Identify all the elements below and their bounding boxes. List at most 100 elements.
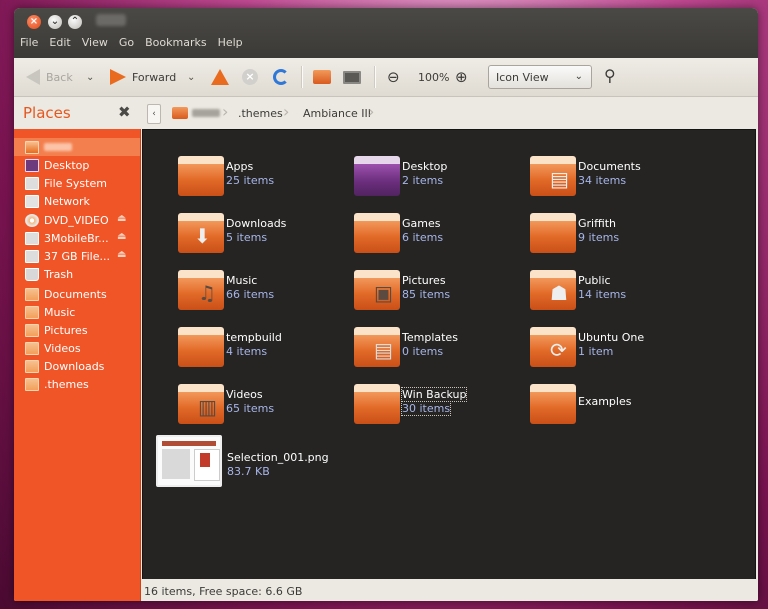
sidebar-item-label: Videos <box>44 341 81 355</box>
zoom-level[interactable]: 100% <box>418 67 449 87</box>
folder-item-selected[interactable]: Win Backup 30 items <box>354 384 524 434</box>
menu-bookmarks[interactable]: Bookmarks <box>139 32 211 54</box>
item-info: 34 items <box>578 174 627 187</box>
menu-edit[interactable]: Edit <box>43 32 75 54</box>
toolbar-separator <box>301 66 303 88</box>
breadcrumb-separator: › <box>283 102 290 121</box>
breadcrumb-ambiance[interactable]: Ambiance III <box>303 103 371 123</box>
folder-item[interactable]: ▤ Documents 34 items <box>530 156 700 206</box>
film-icon: ▥ <box>198 395 217 419</box>
view-mode-select[interactable]: Icon View ⌄ <box>488 65 592 89</box>
reload-icon <box>273 69 289 85</box>
minimize-window-button[interactable]: ⌄ <box>48 15 62 29</box>
breadcrumb-home[interactable] <box>172 103 220 123</box>
folder-item[interactable]: ♫ Music 66 items <box>178 270 348 320</box>
zoom-in-button[interactable]: ⊕ <box>455 67 468 87</box>
sidebar-item-documents[interactable]: Documents <box>14 285 140 303</box>
sidebar-item-pictures[interactable]: Pictures <box>14 321 140 339</box>
image-thumbnail <box>156 435 222 487</box>
download-arrow-icon: ⬇ <box>194 224 211 248</box>
sidebar-item-home[interactable] <box>14 138 140 156</box>
path-scroll-left-button[interactable]: ‹ <box>147 104 161 124</box>
sidebar-item-file-system[interactable]: File System <box>14 174 140 192</box>
folder-item[interactable]: Games 6 items <box>354 213 524 263</box>
folder-item[interactable]: Apps 25 items <box>178 156 348 206</box>
forward-button[interactable]: Forward <box>110 67 176 87</box>
folder-item[interactable]: tempbuild 4 items <box>178 327 348 377</box>
menu-view[interactable]: View <box>76 32 113 54</box>
item-info: 6 items <box>402 231 444 244</box>
folder-item[interactable]: Examples <box>530 384 700 434</box>
folder-item[interactable]: ▤ Templates 0 items <box>354 327 524 377</box>
sidebar-item-37gb-drive[interactable]: 37 GB File... ⏏ <box>14 247 140 265</box>
sidebar-item-downloads[interactable]: Downloads <box>14 357 140 375</box>
folder-item[interactable]: Griffith 9 items <box>530 213 700 263</box>
item-name: Videos <box>226 388 263 401</box>
icon-view[interactable]: Apps 25 items Desktop 2 items ▤ Document… <box>142 129 756 580</box>
menu-go[interactable]: Go <box>113 32 139 54</box>
folder-icon <box>354 384 400 424</box>
eject-icon[interactable]: ⏏ <box>117 231 129 243</box>
sidebar-item-videos[interactable]: Videos <box>14 339 140 357</box>
back-history-dropdown[interactable]: ⌄ <box>86 67 94 87</box>
sidebar-item-music[interactable]: Music <box>14 303 140 321</box>
sidebar-item-dvd[interactable]: DVD_VIDEO ⏏ <box>14 211 140 229</box>
item-info: 85 items <box>402 288 451 301</box>
item-info: 83.7 KB <box>227 465 270 478</box>
sidebar-item-label: .themes <box>44 377 89 391</box>
item-name: Win Backup <box>400 387 468 402</box>
filesystem-icon <box>25 176 39 190</box>
folder-item[interactable]: ⟳ Ubuntu One 1 item <box>530 327 700 377</box>
stop-button[interactable]: × <box>242 67 258 87</box>
up-button[interactable] <box>211 67 229 87</box>
back-button[interactable]: Back <box>26 67 73 87</box>
menu-file[interactable]: File <box>14 32 43 54</box>
computer-button[interactable] <box>343 67 361 87</box>
home-button[interactable] <box>313 67 331 87</box>
zoom-out-button[interactable]: ⊖ <box>387 67 400 87</box>
sidebar-item-label: Trash <box>44 267 74 281</box>
sidebar-item-label: 3MobileBr... <box>44 231 109 245</box>
maximize-window-button[interactable]: ⌃ <box>68 15 82 29</box>
item-name: Pictures <box>402 274 446 287</box>
folder-item[interactable]: Desktop 2 items <box>354 156 524 206</box>
eject-icon[interactable]: ⏏ <box>117 249 129 261</box>
file-manager-window: × ⌄ ⌃ File Edit View Go Bookmarks Help B… <box>14 8 758 601</box>
sidebar-item-label: DVD_VIDEO <box>44 213 109 227</box>
usb-drive-icon <box>25 231 39 245</box>
sidebar-item-network[interactable]: Network <box>14 192 140 210</box>
breadcrumb-themes[interactable]: .themes <box>238 103 283 123</box>
zoom-level-label: 100% <box>418 70 450 84</box>
item-name: Desktop <box>402 160 448 173</box>
desktop-folder-icon <box>354 156 400 196</box>
sidebar-item-desktop[interactable]: Desktop <box>14 156 140 174</box>
computer-icon <box>343 70 361 84</box>
folder-item[interactable]: ⬇ Downloads 5 items <box>178 213 348 263</box>
search-button[interactable]: ⚲ <box>604 66 616 85</box>
item-name: Public <box>578 274 611 287</box>
up-arrow-icon <box>211 69 229 85</box>
folder-icon <box>178 156 224 196</box>
folder-item[interactable]: ▣ Pictures 85 items <box>354 270 524 320</box>
item-name: Examples <box>578 395 632 408</box>
disc-icon <box>25 213 39 227</box>
sidebar-item-mobile-broadband[interactable]: 3MobileBr... ⏏ <box>14 229 140 247</box>
home-folder-icon <box>25 140 39 154</box>
forward-history-dropdown[interactable]: ⌄ <box>187 67 195 87</box>
close-window-button[interactable]: × <box>27 15 41 29</box>
eject-icon[interactable]: ⏏ <box>117 213 129 225</box>
file-item[interactable]: Selection_001.png 83.7 KB <box>156 435 346 491</box>
menu-help[interactable]: Help <box>212 32 248 54</box>
zoom-out-icon: ⊖ <box>387 68 400 86</box>
item-name: Games <box>402 217 441 230</box>
close-sidebar-icon[interactable]: ✖ <box>118 103 131 121</box>
sidebar-item-trash[interactable]: Trash <box>14 265 140 283</box>
folder-icon <box>354 213 400 253</box>
sidebar-item-themes[interactable]: .themes <box>14 375 140 393</box>
reload-button[interactable] <box>273 67 289 87</box>
folder-item[interactable]: ▥ Videos 65 items <box>178 384 348 434</box>
downloads-folder-icon: ⬇ <box>178 213 224 253</box>
folder-item[interactable]: ☗ Public 14 items <box>530 270 700 320</box>
sidebar-title[interactable]: Places <box>23 104 71 122</box>
item-info: 4 items <box>226 345 268 358</box>
